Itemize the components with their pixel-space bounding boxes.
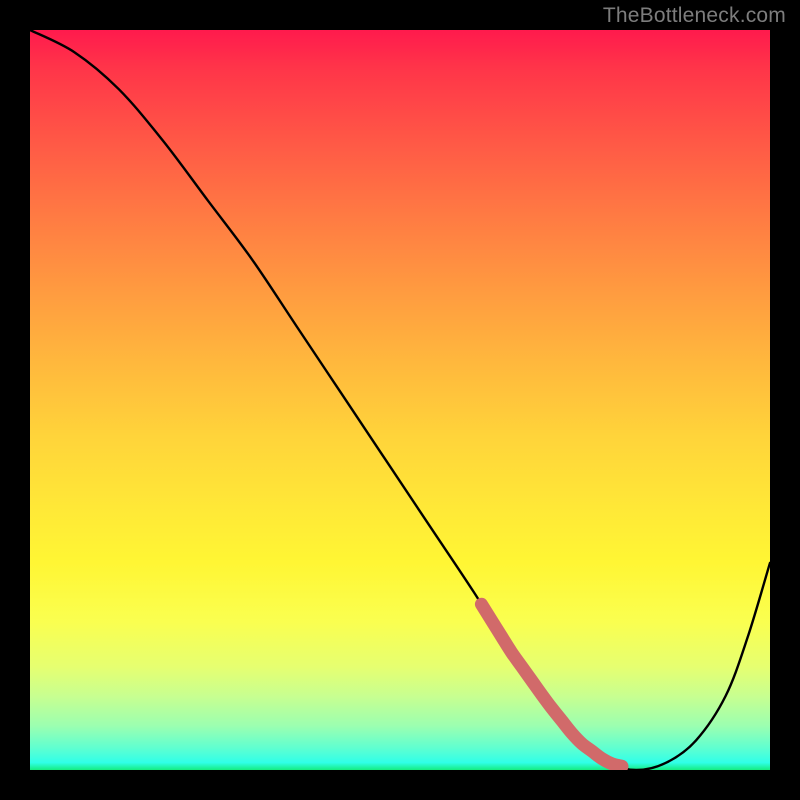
plot-area <box>30 30 770 770</box>
chart-container: TheBottleneck.com <box>0 0 800 800</box>
flat-band-highlight <box>30 30 770 770</box>
watermark-text: TheBottleneck.com <box>603 4 786 28</box>
